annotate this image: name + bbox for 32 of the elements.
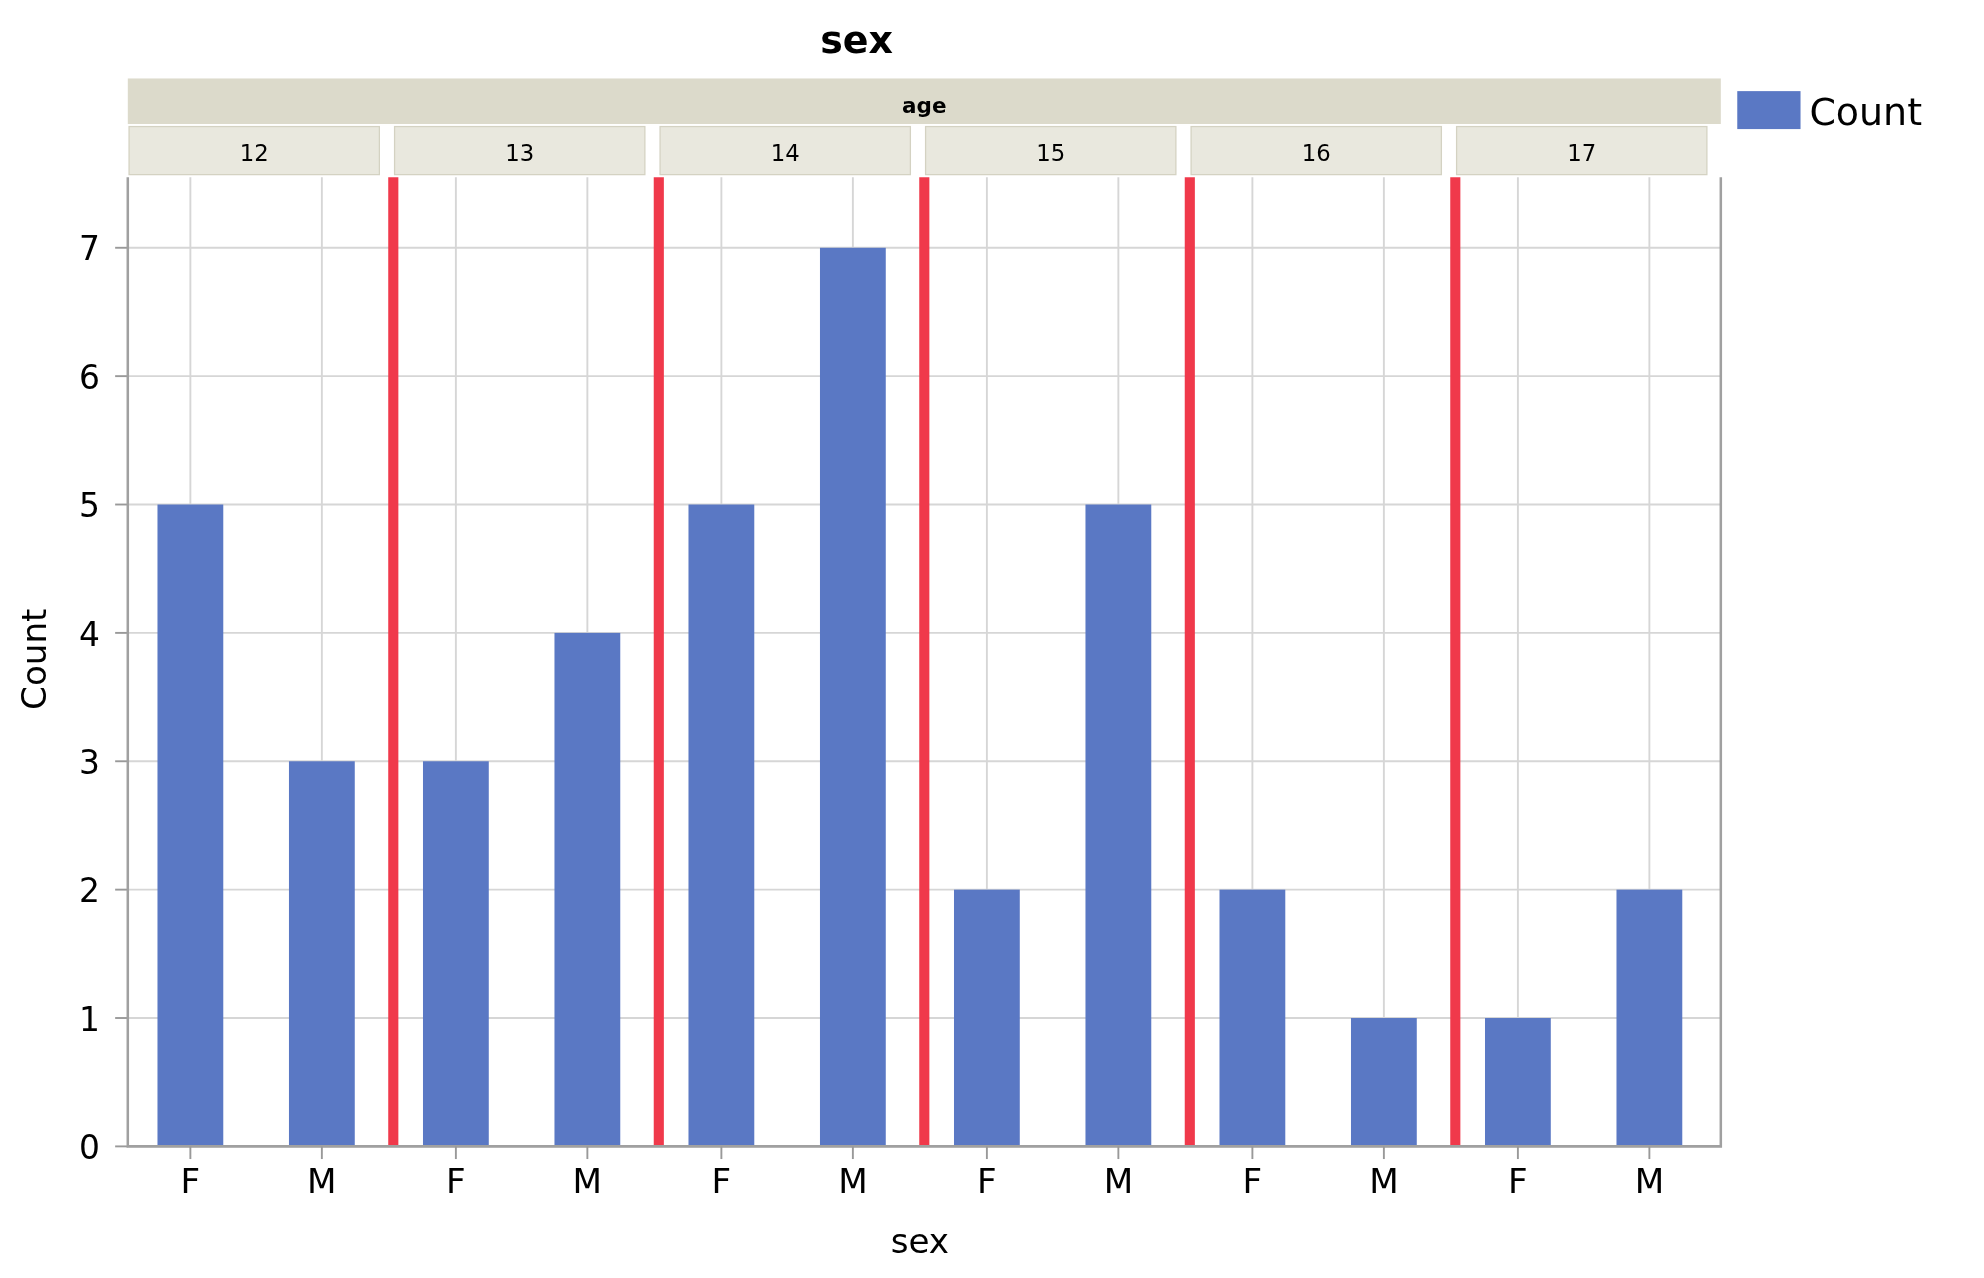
x-tick-label: M	[572, 1161, 603, 1202]
legend-swatch	[1737, 91, 1801, 130]
legend-label: Count	[1809, 90, 1923, 135]
x-tick-label: M	[307, 1161, 337, 1202]
facet-title: age	[902, 92, 947, 118]
x-tick-label: F	[1242, 1161, 1263, 1202]
y-axis-title: Count	[13, 608, 54, 710]
y-tick-label: 2	[79, 871, 100, 911]
x-tick-label: F	[711, 1161, 732, 1202]
facet-group-label: 14	[770, 139, 800, 166]
y-tick-label: 6	[79, 357, 100, 397]
y-tick-label: 7	[79, 229, 100, 269]
x-axis-title: sex	[890, 1220, 950, 1261]
facet-group-label: 16	[1301, 139, 1331, 166]
x-tick-label: F	[180, 1161, 201, 1202]
facet-group-label: 17	[1567, 139, 1597, 166]
y-tick-label: 5	[79, 486, 100, 526]
facet-group-label: 12	[239, 139, 269, 166]
y-tick-label: 3	[79, 742, 100, 782]
x-tick-label: M	[1369, 1161, 1399, 1202]
x-tick-label: F	[977, 1161, 997, 1202]
x-tick-label: F	[1508, 1161, 1528, 1202]
x-tick-label: F	[446, 1161, 466, 1202]
facet-group-label: 15	[1036, 139, 1066, 166]
y-tick-label: 4	[79, 614, 100, 654]
facet-group-label: 13	[505, 139, 535, 166]
chart-title: sex	[820, 18, 893, 63]
x-tick-label: M	[1103, 1161, 1134, 1202]
y-tick-label: 1	[79, 999, 100, 1039]
x-tick-label: M	[838, 1161, 868, 1202]
x-tick-label: M	[1634, 1161, 1665, 1202]
y-tick-label: 0	[79, 1128, 100, 1168]
